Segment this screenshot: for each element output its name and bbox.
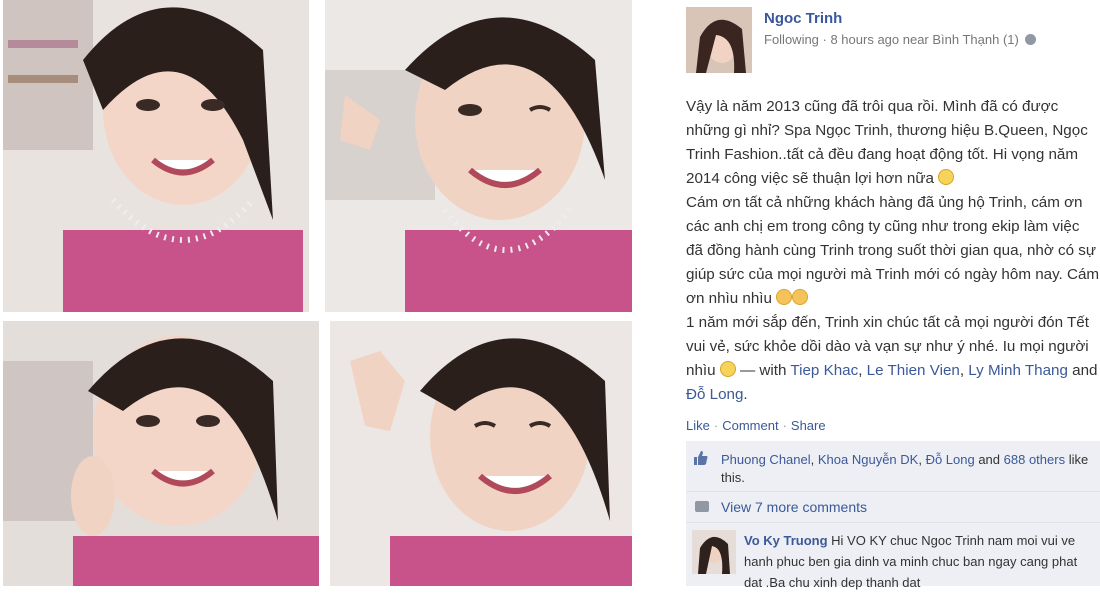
tag-separator: , (858, 362, 867, 379)
photo-4[interactable] (330, 321, 632, 586)
tongue-emoji-icon (719, 361, 736, 377)
tag-period: . (743, 386, 748, 403)
commenter-name[interactable]: Vo Ky Truong (744, 533, 828, 548)
comment-item: Vo Ky Truong Hi VO KY chuc Ngoc Trinh na… (686, 523, 1100, 590)
likes-summary: Phuong Chanel, Khoa Nguyễn DK, Đỗ Long a… (686, 441, 1100, 491)
kiss-emoji-icon (776, 289, 793, 305)
with-prefix: — with (735, 362, 791, 379)
post-meta-text: Following · 8 hours ago near Bình Thạnh … (764, 32, 1019, 47)
thumbs-up-icon (694, 451, 708, 465)
like-link[interactable]: Like (686, 418, 710, 433)
post-body: Vậy là năm 2013 cũng đã trôi qua rồi. Mì… (686, 95, 1100, 407)
post-panel: Ngoc Trinh Following · 8 hours ago near … (686, 0, 1100, 590)
tag-ly-minh-thang[interactable]: Ly Minh Thang (968, 362, 1068, 379)
likes-separator: , (918, 452, 926, 467)
smile-emoji-icon (938, 169, 955, 185)
tag-le-thien-vien[interactable]: Le Thien Vien (867, 362, 960, 379)
liker-khoa-nguyen[interactable]: Khoa Nguyễn DK (818, 452, 918, 467)
likes-text: Phuong Chanel, Khoa Nguyễn DK, Đỗ Long a… (721, 451, 1091, 487)
liker-do-long[interactable]: Đỗ Long (926, 452, 975, 467)
post-paragraph-1: Vậy là năm 2013 cũng đã trôi qua rồi. Mì… (686, 98, 1088, 187)
photo-2[interactable] (325, 0, 632, 312)
comment-text: Vo Ky Truong Hi VO KY chuc Ngoc Trinh na… (744, 530, 1094, 593)
post-meta: Following · 8 hours ago near Bình Thạnh … (764, 32, 1037, 47)
author-name[interactable]: Ngoc Trinh (764, 10, 842, 27)
photo-1[interactable] (3, 0, 309, 312)
comment-link[interactable]: Comment (722, 418, 778, 433)
likes-others-link[interactable]: 688 others (1004, 452, 1065, 467)
likes-separator: , (810, 452, 818, 467)
view-more-comments-link[interactable]: View 7 more comments (721, 499, 867, 515)
action-separator: · (782, 418, 787, 433)
likes-and: and (974, 452, 1004, 467)
action-separator: · (713, 418, 719, 433)
tag-and: and (1067, 362, 1098, 379)
photo-collage (0, 0, 640, 586)
tag-do-long[interactable]: Đỗ Long (686, 386, 743, 403)
liker-phuong-chanel[interactable]: Phuong Chanel (721, 452, 811, 467)
photo-3[interactable] (3, 321, 319, 586)
view-more-comments-row[interactable]: View 7 more comments (686, 492, 1100, 522)
globe-icon[interactable] (1025, 34, 1037, 45)
author-avatar[interactable] (686, 7, 752, 73)
tag-tiep-khac[interactable]: Tiep Khac (790, 362, 858, 379)
comment-bubble-icon (695, 501, 709, 512)
kiss-emoji-icon (792, 289, 809, 305)
commenter-avatar[interactable] (692, 530, 736, 574)
post-actions: Like · Comment · Share (686, 418, 826, 433)
share-link[interactable]: Share (791, 418, 826, 433)
post-paragraph-2: Cám ơn tất cả những khách hàng đã ủng hộ… (686, 194, 1100, 307)
